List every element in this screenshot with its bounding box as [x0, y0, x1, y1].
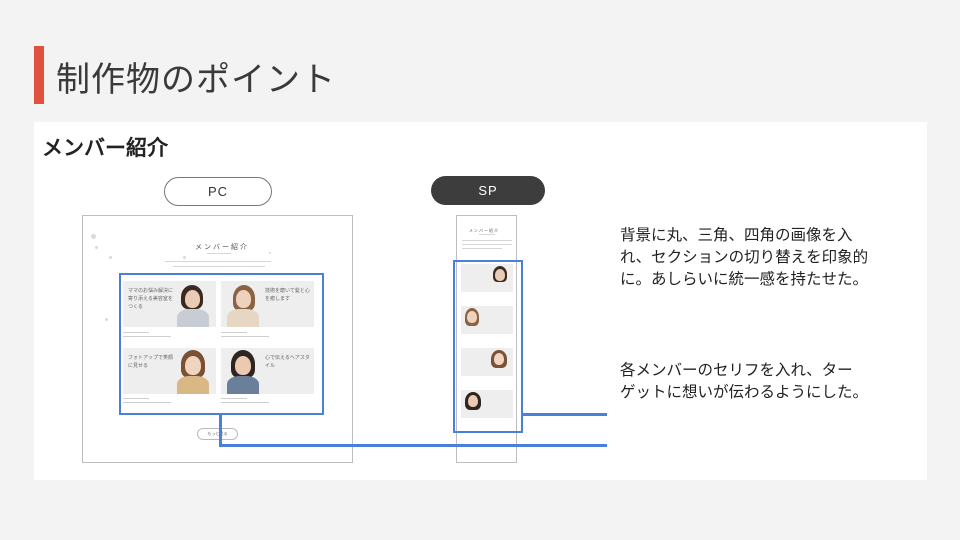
slide-title: 制作物のポイント [56, 60, 336, 100]
intro-text-line [462, 248, 502, 249]
quote-description: 各メンバーのセリフを入れ、ター ゲットに想いが伝わるようにした。 [620, 359, 868, 403]
decor-dot [109, 256, 112, 259]
more-button: もっと見る [197, 428, 238, 440]
heading-ornament [479, 234, 495, 235]
connector-line [219, 414, 222, 446]
section-heading: メンバー紹介 [42, 136, 168, 160]
description-line: 背景に丸、三角、四角の画像を入 [620, 226, 853, 244]
intro-text-line [173, 266, 265, 267]
description-line: 各メンバーのセリフを入れ、ター [620, 361, 853, 379]
title-accent-bar [34, 46, 44, 104]
pc-tab-label: PC [164, 177, 272, 206]
description-line: れ、セクションの切り替えを印象的 [620, 248, 869, 266]
description-line: ゲットに想いが伝わるようにした。 [620, 383, 869, 401]
sp-tab-label: SP [431, 176, 545, 205]
decor-dot [105, 318, 108, 321]
content-panel: メンバー紹介 PC SP メンバー紹介 ママのお悩み解決に寄り添える美容室をつく… [34, 122, 927, 480]
background-description: 背景に丸、三角、四角の画像を入 れ、セクションの切り替えを印象的 に。あしらいに… [620, 224, 868, 290]
connector-line [219, 444, 607, 447]
intro-text-line [462, 244, 512, 245]
connector-line [523, 413, 607, 416]
decor-dot [183, 256, 186, 259]
decor-dot [91, 234, 96, 239]
pc-cards-highlight [119, 273, 324, 415]
mockup-heading: メンバー紹介 [195, 243, 249, 251]
sp-cards-highlight [453, 260, 523, 433]
decor-dot [95, 246, 98, 249]
intro-text-line [462, 240, 512, 241]
intro-text-line [165, 261, 271, 262]
description-line: に。あしらいに統一感を持たせた。 [620, 270, 869, 288]
decor-dot [269, 252, 271, 254]
heading-ornament [207, 253, 231, 254]
